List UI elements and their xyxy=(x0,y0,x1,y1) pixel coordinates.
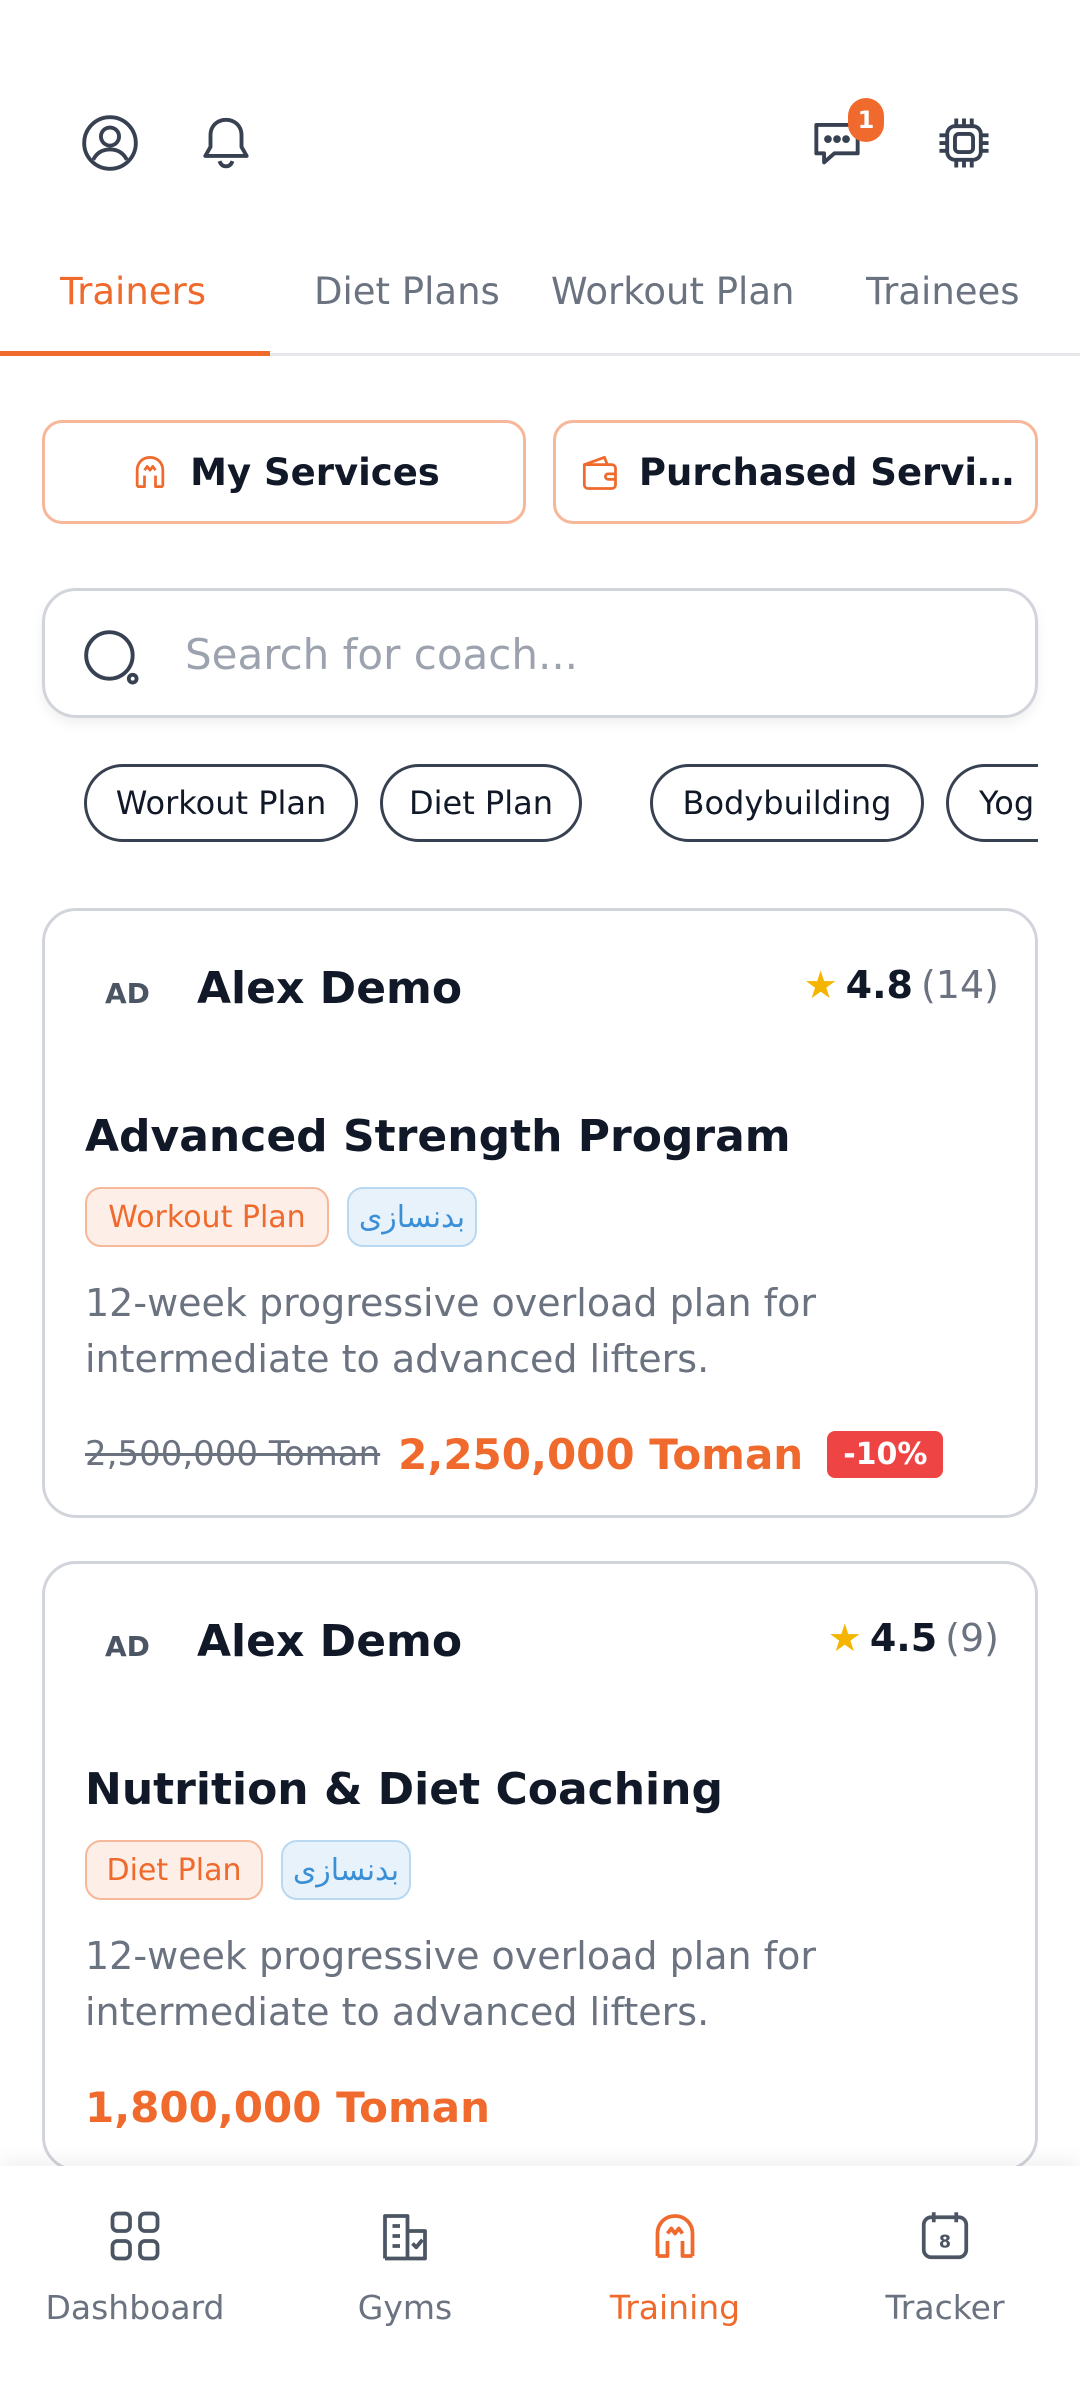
trainer-name: Alex Demo xyxy=(197,963,463,1014)
nav-label: Training xyxy=(609,2288,741,2327)
chip-diet-plan[interactable]: Diet Plan xyxy=(380,764,582,842)
program-description: 12-week progressive overload plan for in… xyxy=(85,1281,816,1381)
dumbbell-icon xyxy=(135,455,165,489)
filter-chips: Workout Plan Diet Plan Bodybuilding Yog xyxy=(84,764,1038,844)
nav-label: Dashboard xyxy=(45,2288,225,2327)
wallet-icon xyxy=(582,455,617,490)
type-tag: Diet Plan xyxy=(85,1840,263,1900)
nav-gyms[interactable]: Gyms xyxy=(270,2196,540,2346)
nav-label: Tracker xyxy=(885,2288,1005,2327)
program-description: 12-week progressive overload plan for in… xyxy=(85,1934,816,2034)
price: 1,800,000 Toman xyxy=(85,2082,491,2132)
type-tag: Workout Plan xyxy=(85,1187,329,1247)
tab-bar: Trainers Diet Plans Workout Plan Trainee… xyxy=(0,222,1080,356)
tab-trainees[interactable]: Trainees xyxy=(866,270,1020,313)
search-icon xyxy=(84,630,139,685)
building-icon xyxy=(383,2214,427,2261)
tab-trainers[interactable]: Trainers xyxy=(60,270,206,313)
my-services-label: My Services xyxy=(190,450,440,494)
rating-count: (9) xyxy=(945,1616,999,1660)
rating: ★ 4.8 (14) xyxy=(804,963,999,1007)
trainer-name: Alex Demo xyxy=(197,1616,463,1667)
nav-tracker[interactable]: 8 Tracker xyxy=(810,2196,1080,2346)
rating: ★ 4.5 (9) xyxy=(828,1616,999,1660)
program-title: Nutrition & Diet Coaching xyxy=(85,1764,723,1815)
star-icon: ★ xyxy=(803,963,838,1007)
category-tag: بدنسازی xyxy=(347,1187,477,1247)
program-card[interactable]: AD Alex Demo ★ 4.5 (9) Nutrition & Diet … xyxy=(42,1561,1038,2171)
purchased-services-label: Purchased Servi… xyxy=(638,450,1015,494)
nav-label: Gyms xyxy=(357,2288,453,2327)
active-tab-indicator xyxy=(0,351,270,356)
chip-bodybuilding[interactable]: Bodybuilding xyxy=(650,764,924,842)
purchased-services-button[interactable]: Purchased Servi… xyxy=(553,420,1038,524)
chip-icon[interactable] xyxy=(931,110,997,176)
nav-training[interactable]: Training xyxy=(540,2196,810,2346)
rating-score: 4.5 xyxy=(869,1616,938,1660)
search-input[interactable] xyxy=(185,611,1005,697)
calendar-icon: 8 xyxy=(921,2212,969,2260)
my-services-button[interactable]: My Services xyxy=(42,420,526,524)
chat-badge: 1 xyxy=(848,98,884,142)
grid-icon xyxy=(110,2211,160,2261)
svg-text:8: 8 xyxy=(939,2232,951,2252)
search-bar xyxy=(42,588,1038,718)
old-price: 2,500,000 Toman xyxy=(85,1434,381,1474)
program-title: Advanced Strength Program xyxy=(85,1111,791,1162)
price-row: 2,500,000 Toman 2,250,000 Toman -10% xyxy=(85,1419,944,1489)
tab-workout-plan[interactable]: Workout Plan xyxy=(551,270,795,313)
avatar: AD xyxy=(105,977,150,1010)
discount-badge: -10% xyxy=(827,1430,944,1478)
star-icon: ★ xyxy=(827,1616,862,1660)
bell-icon[interactable] xyxy=(193,110,259,176)
price: 2,250,000 Toman xyxy=(398,1429,804,1479)
avatar: AD xyxy=(105,1630,150,1663)
category-tag: بدنسازی xyxy=(281,1840,411,1900)
rating-score: 4.8 xyxy=(845,963,913,1007)
chip-workout-plan[interactable]: Workout Plan xyxy=(84,764,358,842)
dumbbell-icon xyxy=(655,2214,695,2258)
tab-diet-plans[interactable]: Diet Plans xyxy=(314,270,500,313)
nav-dashboard[interactable]: Dashboard xyxy=(0,2196,270,2346)
price-row: 1,800,000 Toman xyxy=(85,2072,490,2142)
rating-count: (14) xyxy=(920,963,999,1007)
user-circle-icon[interactable] xyxy=(77,110,143,176)
chip-yoga[interactable]: Yog xyxy=(946,764,1038,842)
top-header: 1 xyxy=(0,0,1080,222)
program-card[interactable]: AD Alex Demo ★ 4.8 (14) Advanced Strengt… xyxy=(42,908,1038,1518)
bottom-navigation: Dashboard Gyms Training 8 Tracker xyxy=(0,2166,1080,2400)
